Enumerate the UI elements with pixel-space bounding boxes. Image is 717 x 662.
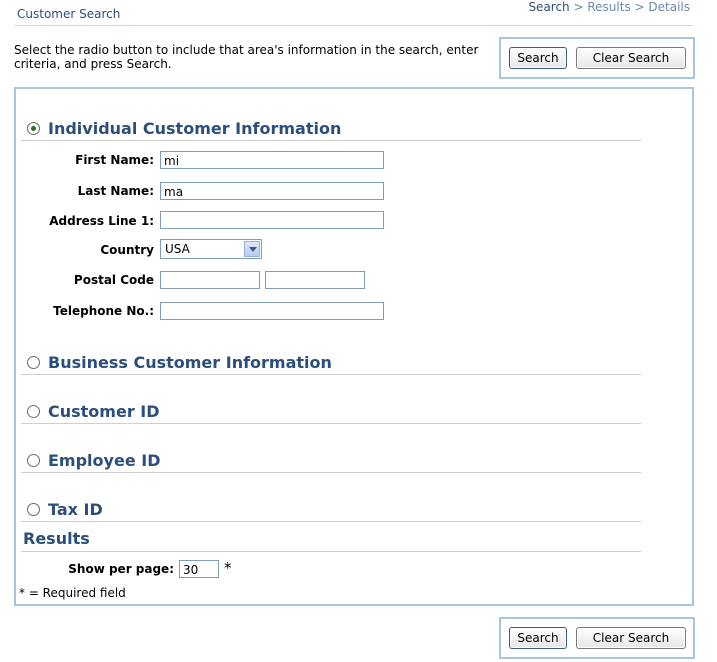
- per-page-label: Show per page:: [68, 562, 174, 576]
- section-divider: [21, 521, 641, 522]
- section-individual[interactable]: Individual Customer Information: [21, 119, 641, 141]
- clear-search-button[interactable]: Clear Search: [576, 47, 686, 69]
- address-line-1-field[interactable]: [160, 211, 384, 229]
- required-footnote: * = Required field: [19, 586, 126, 600]
- section-employee-id-label: Employee ID: [48, 451, 161, 470]
- individual-radio[interactable]: [27, 122, 40, 135]
- required-marker: *: [224, 559, 232, 577]
- breadcrumb-results[interactable]: Results: [587, 0, 630, 14]
- section-individual-label: Individual Customer Information: [48, 119, 342, 138]
- section-customer-id-label: Customer ID: [48, 402, 160, 421]
- results-heading: Results: [23, 529, 90, 548]
- section-divider: [21, 374, 641, 375]
- section-tax-id[interactable]: Tax ID: [21, 500, 641, 522]
- breadcrumb-details[interactable]: Details: [648, 0, 690, 14]
- last-name-label: Last Name:: [77, 184, 154, 198]
- customer-id-radio[interactable]: [27, 405, 40, 418]
- country-select[interactable]: USA: [160, 239, 262, 259]
- clear-search-button[interactable]: Clear Search: [576, 627, 686, 649]
- header-divider: [14, 25, 693, 26]
- last-name-field[interactable]: ma: [160, 182, 384, 200]
- business-radio[interactable]: [27, 356, 40, 369]
- breadcrumb-separator: >: [569, 0, 588, 14]
- results-divider: [21, 551, 641, 552]
- breadcrumb-separator: >: [630, 0, 649, 14]
- telephone-label: Telephone No.:: [53, 304, 154, 318]
- section-divider: [21, 140, 641, 141]
- first-name-label: First Name:: [75, 153, 154, 167]
- page-title: Customer Search: [17, 7, 121, 21]
- breadcrumb: Search > Results > Details: [528, 0, 690, 14]
- search-button[interactable]: Search: [509, 47, 567, 69]
- section-business-label: Business Customer Information: [48, 353, 332, 372]
- section-customer-id[interactable]: Customer ID: [21, 402, 641, 424]
- section-divider: [21, 423, 641, 424]
- chevron-down-icon[interactable]: [244, 241, 260, 257]
- instructions-text: Select the radio button to include that …: [14, 43, 479, 71]
- country-label: Country: [100, 243, 154, 257]
- telephone-field[interactable]: [160, 302, 384, 320]
- postal-code-label: Postal Code: [73, 273, 154, 287]
- search-button[interactable]: Search: [509, 627, 567, 649]
- first-name-field[interactable]: mi: [160, 151, 384, 169]
- search-criteria-panel: Individual Customer Information First Na…: [14, 87, 694, 606]
- employee-id-radio[interactable]: [27, 454, 40, 467]
- per-page-field[interactable]: 30: [179, 560, 219, 578]
- breadcrumb-search[interactable]: Search: [528, 0, 569, 14]
- postal-code-field-1[interactable]: [160, 271, 260, 289]
- country-value: USA: [165, 242, 190, 256]
- tax-id-radio[interactable]: [27, 503, 40, 516]
- postal-code-field-2[interactable]: [265, 271, 365, 289]
- top-button-panel: Search Clear Search: [499, 37, 695, 79]
- bottom-button-panel: Search Clear Search: [499, 617, 695, 659]
- section-tax-id-label: Tax ID: [48, 500, 103, 519]
- section-divider: [21, 472, 641, 473]
- section-employee-id[interactable]: Employee ID: [21, 451, 641, 473]
- section-business[interactable]: Business Customer Information: [21, 353, 641, 375]
- address-line-1-label: Address Line 1:: [49, 214, 154, 228]
